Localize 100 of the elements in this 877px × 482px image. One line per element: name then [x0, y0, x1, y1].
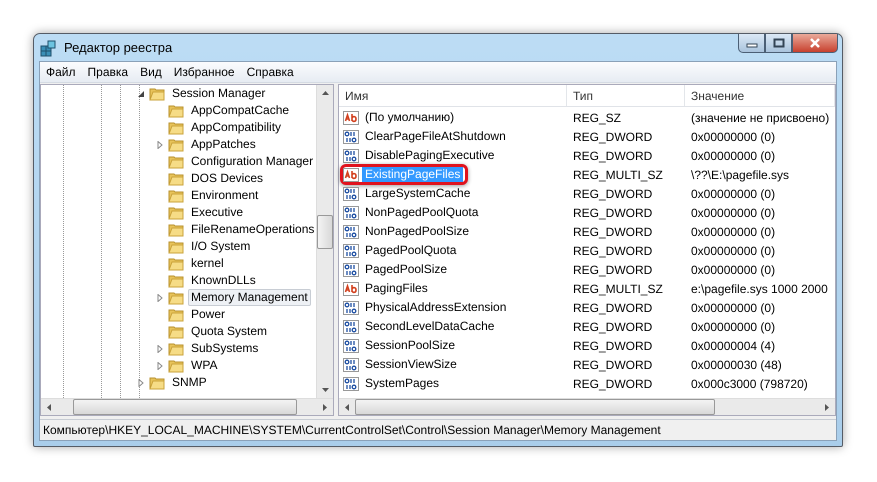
tree-item[interactable]: kernel [188, 255, 227, 272]
maximize-button[interactable] [765, 34, 792, 53]
tree-item[interactable]: AppCompatibility [188, 119, 284, 136]
value-data: 0x00000000 (0) [690, 320, 776, 334]
binary-value-icon [343, 300, 359, 314]
binary-value-icon [343, 130, 359, 144]
value-name[interactable]: SecondLevelDataCache [362, 319, 498, 334]
value-name[interactable]: PagedPoolQuota [362, 243, 460, 258]
tree-item[interactable]: Power [188, 306, 228, 323]
expand-triangle-icon[interactable] [137, 378, 145, 386]
expand-triangle-icon[interactable] [156, 294, 164, 302]
value-data: 0x00000000 (0) [690, 206, 776, 220]
folder-icon [168, 290, 184, 304]
folder-icon [168, 274, 184, 288]
value-type: REG_DWORD [572, 262, 654, 276]
tree-item[interactable]: Configuration Manager [188, 153, 316, 170]
column-header[interactable]: Значение [685, 85, 835, 106]
scrollbar-thumb[interactable] [73, 399, 297, 415]
value-name[interactable]: SessionPoolSize [362, 338, 458, 353]
value-type: REG_DWORD [572, 320, 654, 334]
tree-item[interactable]: FileRenameOperations [188, 221, 316, 238]
registry-cubes-icon [40, 38, 58, 56]
menu-item[interactable]: Правка [82, 65, 134, 79]
tree-item[interactable]: WPA [188, 357, 220, 374]
tree-item[interactable]: Executive [188, 204, 246, 221]
value-data: 0x00000004 (4) [690, 338, 776, 352]
binary-value-icon [343, 206, 359, 220]
value-data: 0x00000000 (0) [690, 130, 776, 144]
value-data: 0x00000000 (0) [690, 244, 776, 258]
value-type: REG_SZ [572, 110, 622, 124]
value-type: REG_DWORD [572, 130, 654, 144]
folder-icon [168, 324, 184, 338]
tree-item[interactable]: KnownDLLs [188, 272, 259, 289]
vertical-scrollbar[interactable] [316, 85, 333, 398]
value-type: REG_DWORD [572, 300, 654, 314]
value-name[interactable]: SessionViewSize [362, 357, 460, 372]
scroll-left-icon[interactable] [345, 404, 349, 410]
scroll-down-icon[interactable] [322, 388, 328, 392]
value-type: REG_DWORD [572, 338, 654, 352]
folder-icon [168, 358, 184, 372]
window-title: Редактор реестра [64, 40, 172, 55]
folder-icon [168, 308, 184, 322]
binary-value-icon [343, 262, 359, 276]
column-header[interactable]: Тип [567, 85, 685, 106]
menu-item[interactable]: Файл [40, 65, 82, 79]
value-name[interactable]: ClearPageFileAtShutdown [362, 129, 509, 144]
value-data: (значение не присвоено) [690, 110, 830, 124]
minimize-button[interactable] [738, 34, 765, 53]
value-type: REG_DWORD [572, 186, 654, 200]
collapse-triangle-icon[interactable] [137, 90, 145, 98]
binary-value-icon [343, 244, 359, 258]
tree-item[interactable]: AppPatches [188, 136, 259, 153]
tree-item[interactable]: Session Manager [169, 85, 268, 102]
value-type: REG_MULTI_SZ [572, 168, 664, 182]
value-type: REG_DWORD [572, 148, 654, 162]
menu-item[interactable]: Вид [134, 65, 168, 79]
value-data: 0x00000000 (0) [690, 262, 776, 276]
scroll-right-icon[interactable] [323, 404, 327, 410]
tree-item[interactable]: SubSystems [188, 340, 262, 357]
expand-triangle-icon[interactable] [156, 362, 164, 370]
tree-item[interactable]: Environment [188, 187, 262, 204]
folder-icon [168, 342, 184, 356]
string-value-icon [343, 110, 359, 124]
scrollbar-thumb[interactable] [355, 399, 715, 415]
value-name[interactable]: DisablePagingExecutive [362, 148, 498, 163]
scrollbar-thumb[interactable] [317, 215, 333, 249]
folder-icon [149, 376, 165, 390]
maximize-icon [772, 38, 784, 48]
column-header[interactable]: Имя [339, 85, 567, 106]
binary-value-icon [343, 358, 359, 372]
scroll-up-icon[interactable] [322, 91, 328, 95]
value-name[interactable]: LargeSystemCache [362, 186, 474, 201]
expand-triangle-icon[interactable] [156, 344, 164, 352]
value-name[interactable]: PhysicalAddressExtension [362, 300, 510, 315]
tree-item[interactable]: SNMP [169, 374, 210, 391]
expand-triangle-icon[interactable] [156, 140, 164, 148]
tree-item[interactable]: AppCompatCache [188, 102, 292, 119]
value-name[interactable]: PagedPoolSize [362, 262, 450, 277]
close-button[interactable] [792, 34, 838, 53]
value-name[interactable]: PagingFiles [362, 281, 431, 296]
value-name[interactable]: (По умолчанию) [362, 110, 458, 125]
value-name[interactable]: SystemPages [362, 376, 442, 391]
value-name[interactable]: NonPagedPoolSize [362, 224, 472, 239]
folder-icon [168, 120, 184, 134]
menu-item[interactable]: Избранное [168, 65, 241, 79]
binary-value-icon [343, 186, 359, 200]
tree-item[interactable]: Memory Management [188, 289, 311, 306]
menu-item[interactable]: Справка [240, 65, 300, 79]
tree-item[interactable]: Quota System [188, 323, 270, 340]
folder-icon [168, 138, 184, 152]
folder-icon [168, 222, 184, 236]
scroll-right-icon[interactable] [825, 404, 829, 410]
tree-item[interactable]: DOS Devices [188, 170, 266, 187]
tree-item[interactable]: I/O System [188, 238, 254, 255]
value-name[interactable]: NonPagedPoolQuota [362, 205, 482, 220]
close-icon [809, 38, 821, 48]
value-type: REG_DWORD [572, 358, 654, 372]
scroll-left-icon[interactable] [47, 404, 51, 410]
horizontal-scrollbar[interactable] [41, 398, 333, 415]
horizontal-scrollbar[interactable] [339, 398, 835, 415]
